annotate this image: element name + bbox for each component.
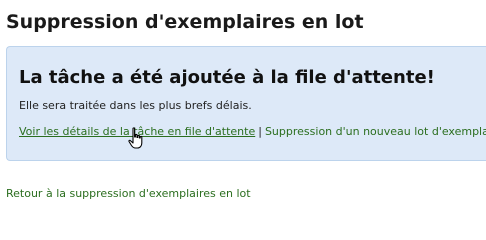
success-alert: La tâche a été ajoutée à la file d'atten… <box>6 46 486 161</box>
back-link-container: Retour à la suppression d'exemplaires en… <box>6 187 251 200</box>
page-title: Suppression d'exemplaires en lot <box>6 11 364 33</box>
alert-links: Voir les détails de la tâche en file d'a… <box>19 125 486 138</box>
alert-message: Elle sera traitée dans les plus brefs dé… <box>19 99 252 112</box>
alert-heading: La tâche a été ajoutée à la file d'atten… <box>19 67 435 88</box>
link-separator: | <box>258 125 262 138</box>
back-to-batch-deletion-link[interactable]: Retour à la suppression d'exemplaires en… <box>6 187 251 200</box>
hand-pointer-icon <box>128 127 143 149</box>
new-batch-deletion-link[interactable]: Suppression d'un nouveau lot d'exemplair… <box>265 125 486 138</box>
